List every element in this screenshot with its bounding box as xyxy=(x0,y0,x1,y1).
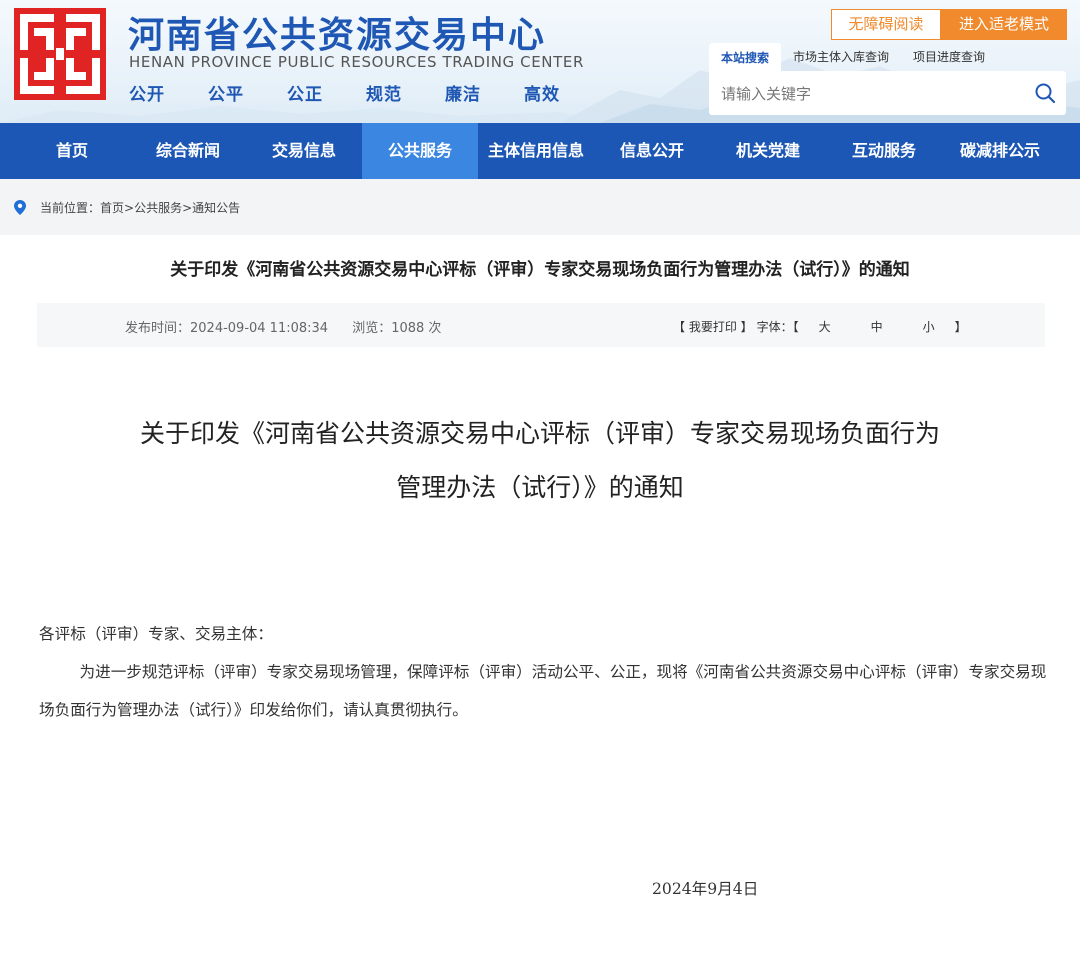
slogan-item: 廉洁 xyxy=(445,85,481,105)
document-heading: 关于印发《河南省公共资源交易中心评标（评审）专家交易现场负面行为 管理办法（试行… xyxy=(15,407,1065,515)
location-pin-icon xyxy=(14,200,26,215)
document-paragraph: 为进一步规范评标（评审）专家交易现场管理，保障评标（评审）活动公平、公正，现将《… xyxy=(39,663,1047,719)
search-tabs: 本站搜索 市场主体入库查询 项目进度查询 xyxy=(709,43,997,71)
document-heading-line1: 关于印发《河南省公共资源交易中心评标（评审）专家交易现场负面行为 xyxy=(139,419,940,448)
main-nav: 首页 综合新闻 交易信息 公共服务 主体信用信息 信息公开 机关党建 互动服务 … xyxy=(0,123,1080,179)
center-logo-icon xyxy=(14,8,106,100)
article-meta: 发布时间：2024-09-04 11:08:34 浏览：1088 次 xyxy=(125,317,441,336)
document-salutation: 各评标（评审）专家、交易主体： xyxy=(39,625,273,643)
accessibility-reading-button[interactable]: 无障碍阅读 xyxy=(831,9,941,40)
breadcrumb-label: 当前位置： xyxy=(40,201,101,215)
slogan-item: 高效 xyxy=(524,85,560,105)
print-link[interactable]: 【 我要打印 】 xyxy=(673,318,753,335)
breadcrumb-home[interactable]: 首页 xyxy=(100,199,124,216)
nav-item-public-service[interactable]: 公共服务 xyxy=(362,123,478,179)
tab-market-entity-query[interactable]: 市场主体入库查询 xyxy=(781,45,901,71)
breadcrumb-bar: 当前位置： 首页 > 公共服务 > 通知公告 xyxy=(0,179,1080,235)
tab-site-search[interactable]: 本站搜索 xyxy=(709,43,782,71)
site-header: 河南省公共资源交易中心 HENAN PROVINCE PUBLIC RESOUR… xyxy=(0,0,1080,123)
nav-item-news[interactable]: 综合新闻 xyxy=(130,123,246,179)
font-size-label: 字体：【 xyxy=(756,320,799,334)
font-size-large[interactable]: 大 xyxy=(809,318,841,335)
article-panel: 关于印发《河南省公共资源交易中心评标（评审）专家交易现场负面行为管理办法（试行）… xyxy=(15,235,1065,969)
nav-item-party-building[interactable]: 机关党建 xyxy=(710,123,826,179)
site-subtitle: HENAN PROVINCE PUBLIC RESOURCES TRADING … xyxy=(129,53,584,71)
search-input[interactable] xyxy=(719,79,1023,109)
slogan-item: 规范 xyxy=(366,85,402,105)
document-date: 2024年9月4日 xyxy=(652,880,759,898)
site-title: 河南省公共资源交易中心 xyxy=(128,15,547,56)
search-box xyxy=(709,71,1066,115)
document-heading-line2: 管理办法（试行）》的通知 xyxy=(396,473,684,502)
slogan-item: 公平 xyxy=(208,85,244,105)
article-title: 关于印发《河南省公共资源交易中心评标（评审）专家交易现场负面行为管理办法（试行）… xyxy=(170,260,910,280)
publish-time: 发布时间：2024-09-04 11:08:34 xyxy=(125,321,329,336)
nav-item-home[interactable]: 首页 xyxy=(0,123,130,179)
breadcrumb-public-service[interactable]: 公共服务 xyxy=(134,199,182,216)
elder-mode-button[interactable]: 进入适老模式 xyxy=(941,9,1067,40)
article-tools: 【 我要打印 】 字体：【 大 中 小 】 xyxy=(673,318,967,335)
slogan-item: 公正 xyxy=(287,85,323,105)
view-count: 浏览：1088 次 xyxy=(352,321,442,336)
font-size-small[interactable]: 小 xyxy=(913,318,945,335)
breadcrumb: 当前位置： 首页 > 公共服务 > 通知公告 xyxy=(14,199,240,216)
search-icon[interactable] xyxy=(1034,82,1056,104)
slogan-item: 公开 xyxy=(129,85,165,105)
nav-item-carbon-reduction[interactable]: 碳减排公示 xyxy=(942,123,1058,179)
document-body: 各评标（评审）专家、交易主体： 为进一步规范评标（评审）专家交易现场管理，保障评… xyxy=(39,615,1049,729)
tab-project-progress-query[interactable]: 项目进度查询 xyxy=(901,45,997,71)
nav-item-interaction[interactable]: 互动服务 xyxy=(826,123,942,179)
breadcrumb-notices[interactable]: 通知公告 xyxy=(192,199,240,216)
slogan-row: 公开 公平 公正 规范 廉洁 高效 xyxy=(129,80,603,105)
nav-item-info-disclosure[interactable]: 信息公开 xyxy=(594,123,710,179)
nav-item-credit-info[interactable]: 主体信用信息 xyxy=(478,123,594,179)
font-size-medium[interactable]: 中 xyxy=(861,318,893,335)
nav-item-trade-info[interactable]: 交易信息 xyxy=(246,123,362,179)
font-size-close: 】 xyxy=(954,320,967,334)
article-meta-bar: 发布时间：2024-09-04 11:08:34 浏览：1088 次 【 我要打… xyxy=(37,303,1045,347)
